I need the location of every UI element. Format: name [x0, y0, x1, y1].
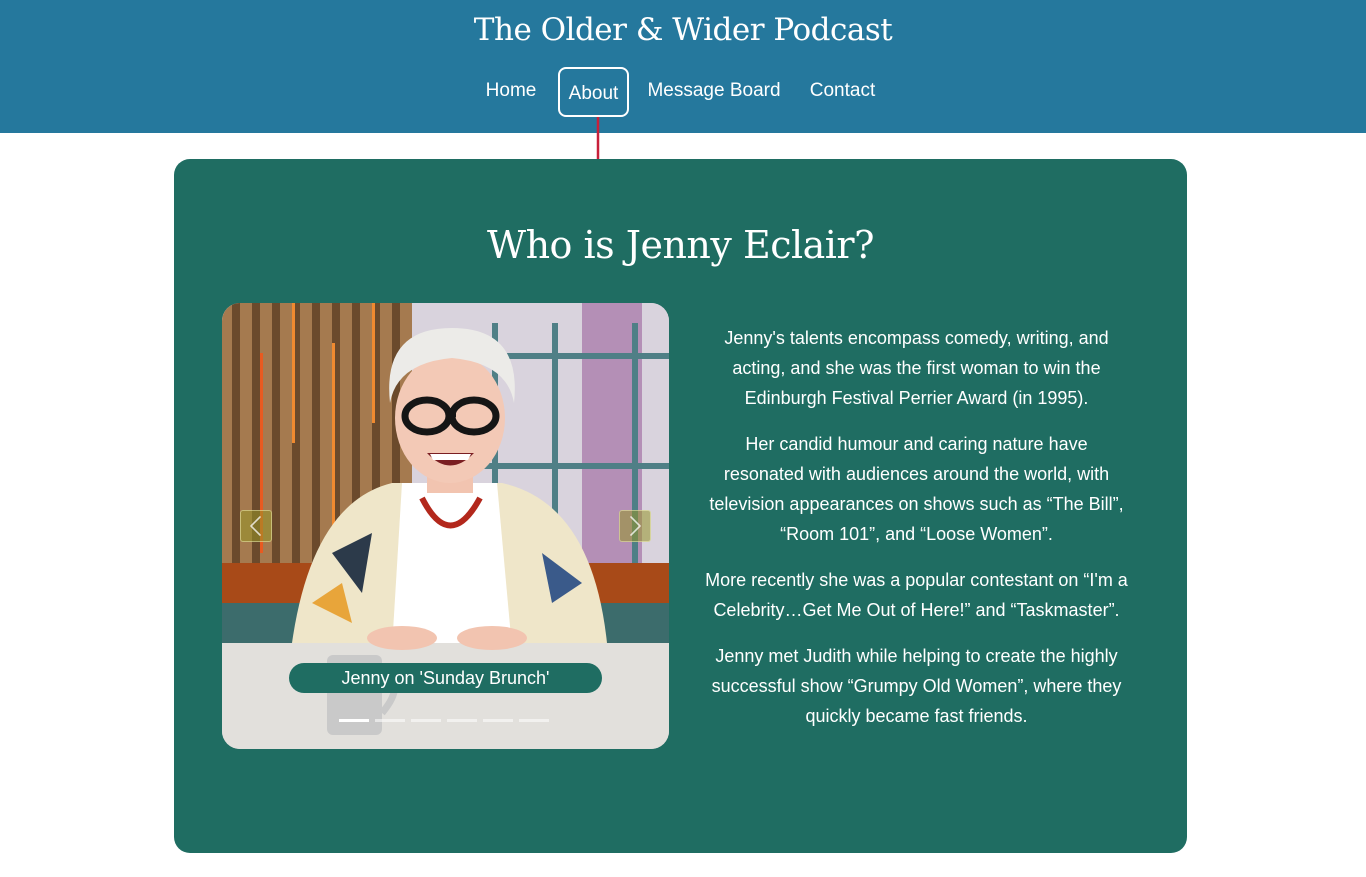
bio-paragraph: Her candid humour and caring nature have… — [709, 434, 1124, 544]
carousel-indicator-3[interactable] — [411, 719, 441, 722]
bio-text: Jenny's talents encompass comedy, writin… — [704, 323, 1129, 747]
site-title: The Older & Wider Podcast — [473, 12, 893, 48]
bio-paragraph: Jenny met Judith while helping to create… — [711, 646, 1122, 726]
photo-carousel: Jenny on 'Sunday Brunch' — [222, 303, 669, 749]
about-card: Who is Jenny Eclair? Jenny on 'Sunday Br… — [174, 159, 1187, 853]
carousel-indicator-2[interactable] — [375, 719, 405, 722]
nav-about-link[interactable]: About — [558, 67, 629, 117]
carousel-next-button[interactable] — [619, 510, 651, 542]
nav-message-board-link[interactable]: Message Board — [642, 67, 786, 113]
site-header: The Older & Wider Podcast Home About Mes… — [0, 0, 1366, 133]
carousel-indicator-6[interactable] — [519, 719, 549, 722]
nav-home-link[interactable]: Home — [477, 67, 545, 113]
carousel-indicators — [339, 719, 551, 723]
bio-paragraph: More recently she was a popular contesta… — [705, 570, 1128, 620]
nav-contact-link[interactable]: Contact — [801, 67, 884, 113]
chevron-right-icon — [630, 516, 641, 536]
carousel-indicator-4[interactable] — [447, 719, 477, 722]
main-nav: Home About Message Board Contact — [0, 67, 1366, 117]
about-heading: Who is Jenny Eclair? — [487, 223, 874, 267]
carousel-prev-button[interactable] — [240, 510, 272, 542]
chevron-left-icon — [250, 516, 261, 536]
carousel-indicator-5[interactable] — [483, 719, 513, 722]
carousel-caption: Jenny on 'Sunday Brunch' — [289, 663, 602, 693]
carousel-indicator-1[interactable] — [339, 719, 369, 722]
bio-paragraph: Jenny's talents encompass comedy, writin… — [724, 328, 1109, 408]
